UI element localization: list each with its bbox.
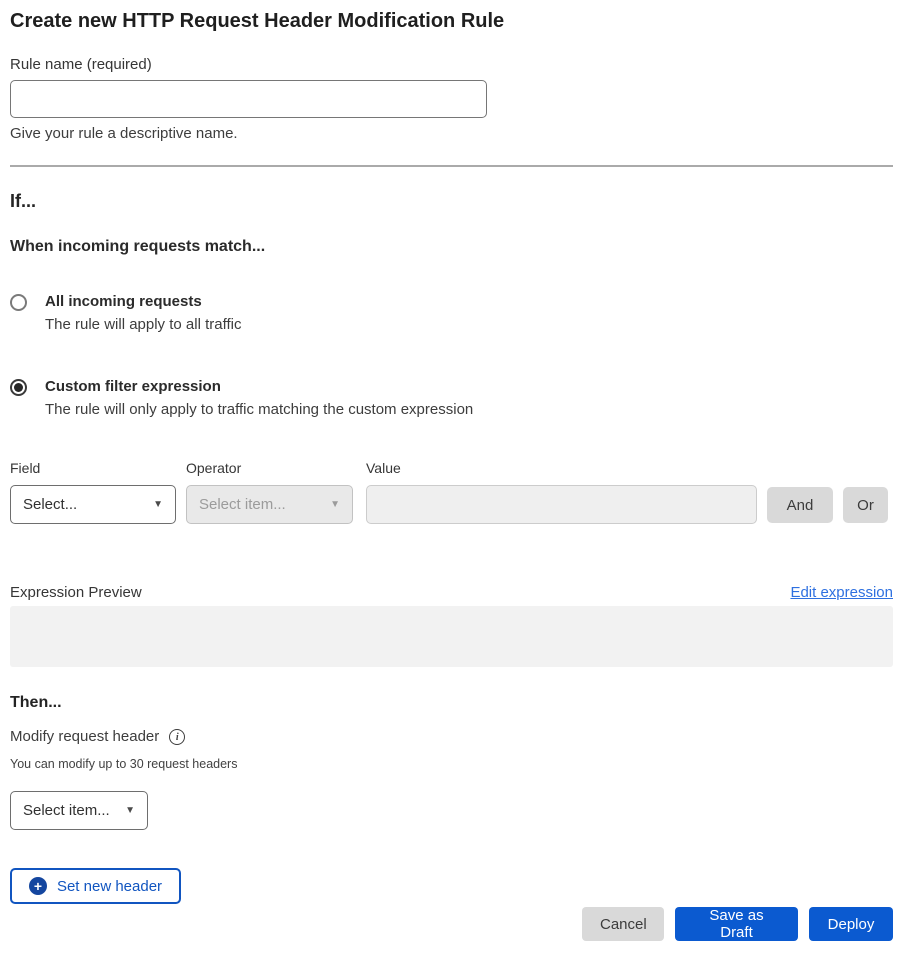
match-subheading: When incoming requests match...: [10, 237, 893, 257]
expression-preview-header: Expression Preview Edit expression: [10, 583, 893, 603]
header-select-wrapper: Select item... ▼: [10, 791, 148, 830]
deploy-button[interactable]: Deploy: [809, 907, 893, 941]
create-rule-page: Create new HTTP Request Header Modificat…: [0, 0, 899, 961]
if-heading: If...: [10, 189, 893, 213]
field-label: Field: [10, 459, 176, 477]
header-select-value: Select item...: [23, 802, 110, 819]
radio-selected-icon[interactable]: [10, 379, 27, 396]
modify-header-action-row: Modify request header i: [10, 727, 893, 747]
chevron-down-icon: ▼: [125, 806, 135, 816]
rule-name-label: Rule name (required): [10, 56, 893, 74]
operator-select: Select item... ▼: [186, 485, 353, 524]
radio-option-all-requests[interactable]: All incoming requests The rule will appl…: [10, 291, 893, 336]
section-divider: [10, 165, 893, 167]
footer-actions: Cancel Save as Draft Deploy: [10, 907, 893, 941]
then-heading: Then...: [10, 692, 893, 714]
operator-select-value: Select item...: [199, 496, 286, 513]
set-new-header-button[interactable]: + Set new header: [10, 868, 181, 904]
radio-unselected-icon[interactable]: [10, 294, 27, 311]
radio-option-text: Custom filter expression The rule will o…: [45, 376, 473, 421]
field-select[interactable]: Select... ▼: [10, 485, 176, 524]
rule-name-input[interactable]: [10, 80, 487, 118]
cancel-button[interactable]: Cancel: [582, 907, 664, 941]
operator-column: Operator Select item... ▼: [186, 459, 353, 524]
value-column: Value: [366, 459, 757, 524]
field-column: Field Select... ▼: [10, 459, 176, 524]
save-as-draft-button[interactable]: Save as Draft: [675, 907, 798, 941]
header-select[interactable]: Select item... ▼: [10, 791, 148, 830]
plus-icon: +: [29, 877, 47, 895]
expression-preview-label: Expression Preview: [10, 583, 142, 603]
edit-expression-link[interactable]: Edit expression: [790, 583, 893, 603]
or-button[interactable]: Or: [843, 487, 888, 523]
or-column: Or: [843, 459, 888, 524]
radio-option-text: All incoming requests The rule will appl…: [45, 291, 241, 336]
set-new-header-label: Set new header: [57, 878, 162, 895]
modify-header-helper: You can modify up to 30 request headers: [10, 756, 893, 772]
rule-name-helper: Give your rule a descriptive name.: [10, 125, 893, 143]
value-input: [366, 485, 757, 524]
radio-option-label: All incoming requests: [45, 291, 241, 313]
and-column: And: [767, 459, 833, 524]
value-label: Value: [366, 459, 757, 477]
modify-header-label: Modify request header: [10, 727, 159, 747]
radio-option-label: Custom filter expression: [45, 376, 473, 398]
page-title: Create new HTTP Request Header Modificat…: [10, 9, 893, 33]
chevron-down-icon: ▼: [153, 500, 163, 510]
field-select-value: Select...: [23, 496, 77, 513]
operator-label: Operator: [186, 459, 353, 477]
chevron-down-icon: ▼: [330, 500, 340, 510]
radio-option-custom-expression[interactable]: Custom filter expression The rule will o…: [10, 376, 893, 421]
expression-builder-row: Field Select... ▼ Operator Select item..…: [10, 459, 893, 524]
and-button[interactable]: And: [767, 487, 833, 523]
info-icon[interactable]: i: [169, 729, 185, 745]
radio-option-description: The rule will only apply to traffic matc…: [45, 398, 473, 421]
radio-option-description: The rule will apply to all traffic: [45, 313, 241, 336]
expression-preview-box: [10, 606, 893, 667]
